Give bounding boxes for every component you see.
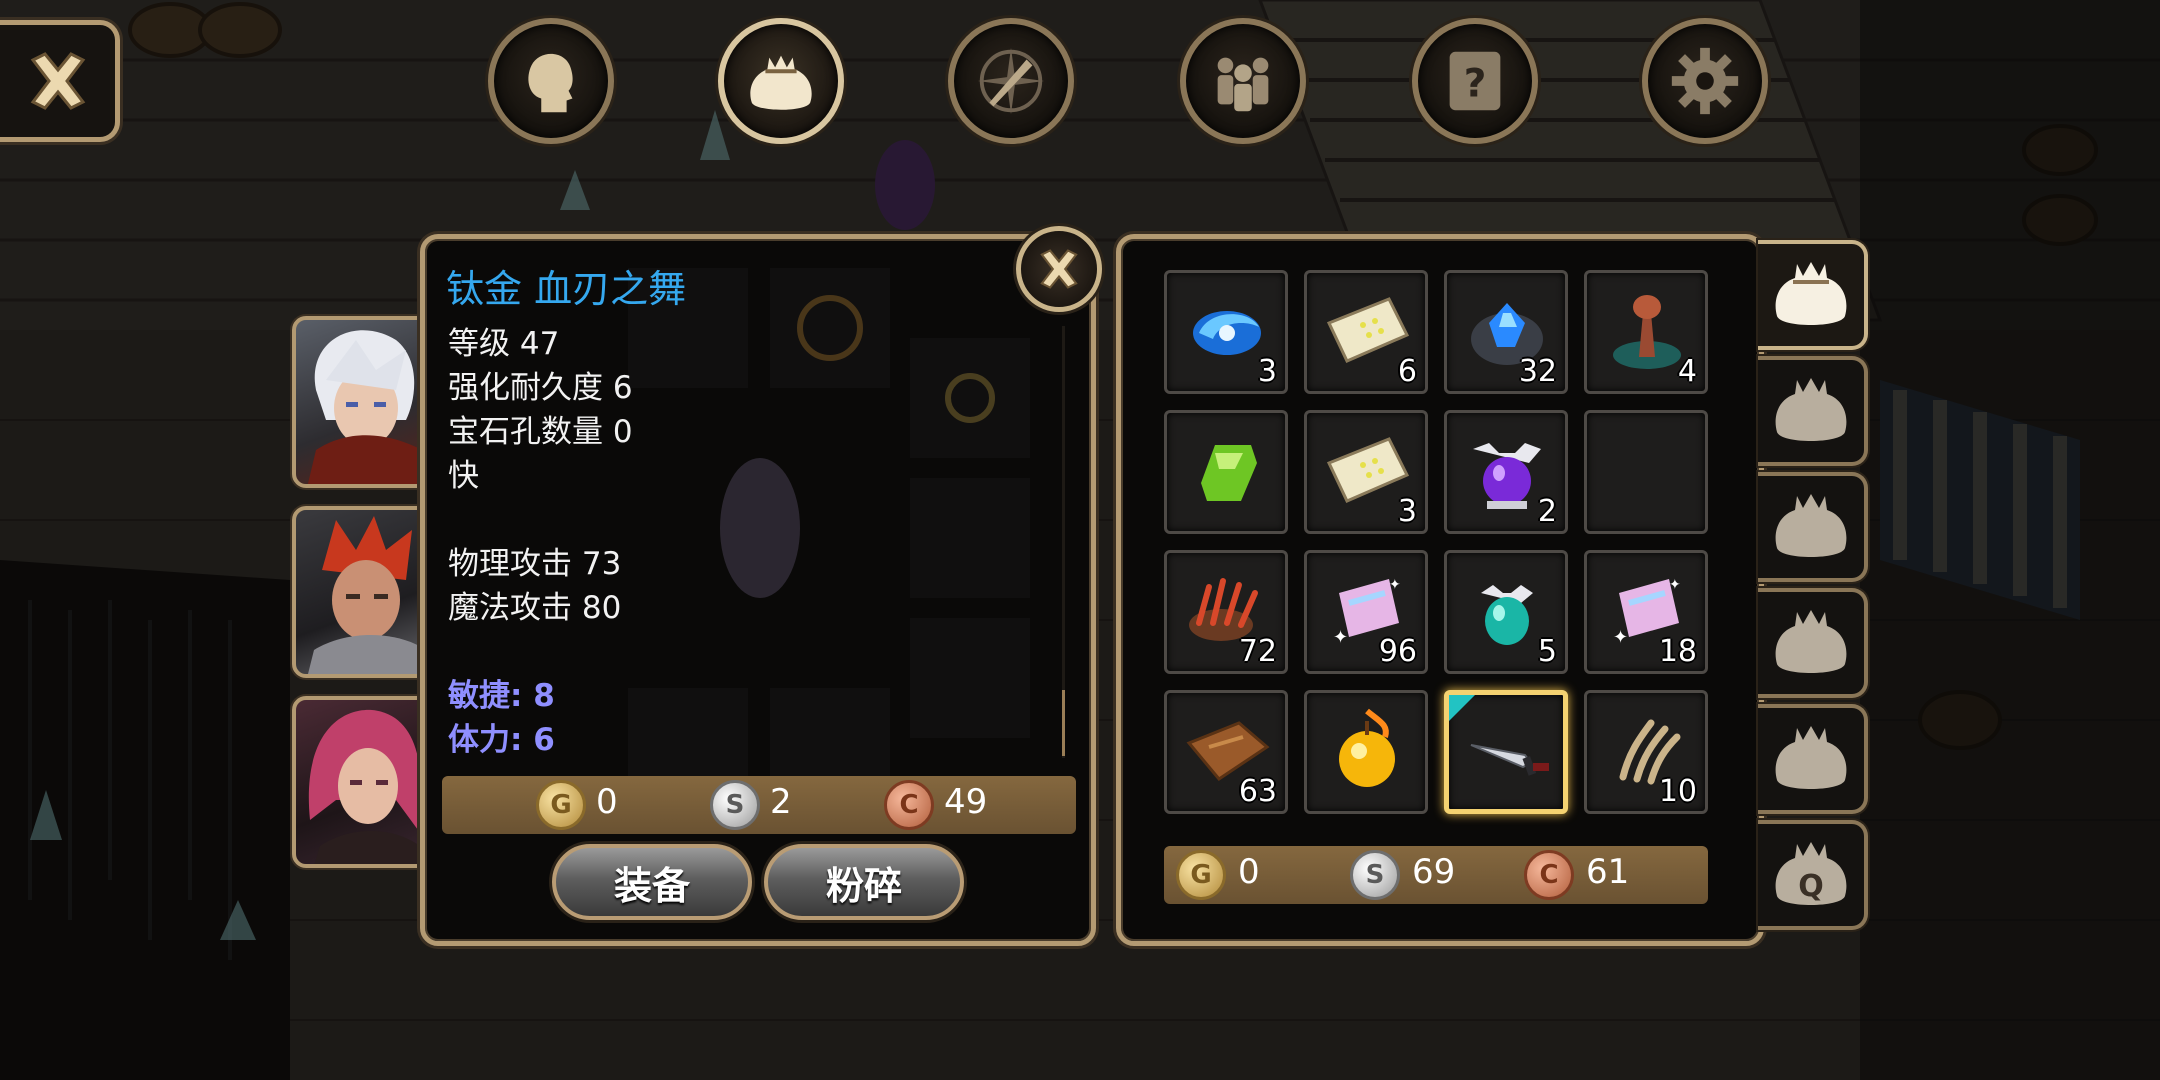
bag-icon bbox=[1775, 726, 1847, 789]
stat-speed: 快 bbox=[448, 458, 479, 494]
tab-settings[interactable] bbox=[1642, 18, 1768, 144]
tab-party[interactable] bbox=[1180, 18, 1306, 144]
bag-icon bbox=[1775, 378, 1847, 441]
bag-tab-1[interactable] bbox=[1758, 240, 1868, 350]
equipment-slots-backdrop bbox=[628, 268, 1030, 788]
gold-coin-icon: G bbox=[1176, 850, 1226, 900]
inventory-slot[interactable]: 63 bbox=[1164, 690, 1288, 814]
inventory-slot[interactable] bbox=[1164, 410, 1288, 534]
equip-button[interactable]: 装备 bbox=[552, 844, 752, 920]
item-price-copper: 49 bbox=[944, 782, 988, 822]
inventory-slot[interactable]: 5 bbox=[1444, 550, 1568, 674]
tab-character[interactable] bbox=[488, 18, 614, 144]
inventory-slot-selected[interactable] bbox=[1444, 690, 1568, 814]
item-name: 钛金 血刃之舞 bbox=[446, 267, 687, 311]
close-detail-button[interactable] bbox=[1016, 226, 1102, 312]
item-quantity: 10 bbox=[1658, 774, 1697, 809]
green-gem-icon bbox=[1201, 445, 1257, 501]
bag-icon bbox=[1775, 262, 1847, 325]
copper-coin-icon: C bbox=[1524, 850, 1574, 900]
inventory-slot[interactable]: 2 bbox=[1444, 410, 1568, 534]
svg-text:✦: ✦ bbox=[1669, 577, 1681, 593]
pink-haired-mage-portrait bbox=[308, 709, 425, 864]
close-menu-button[interactable] bbox=[0, 20, 120, 142]
bag-tab-3[interactable] bbox=[1758, 472, 1868, 582]
close-icon bbox=[1040, 249, 1078, 289]
white-haired-hero-portrait bbox=[307, 330, 428, 484]
gold-coin-icon: G bbox=[536, 780, 586, 830]
inventory-slot[interactable]: ✦ ✦ 96 bbox=[1304, 550, 1428, 674]
inventory-slot[interactable]: 3 bbox=[1304, 410, 1428, 534]
golden-apple-icon bbox=[1339, 708, 1395, 787]
inventory-slot[interactable]: 3 bbox=[1164, 270, 1288, 394]
svg-text:✦: ✦ bbox=[1389, 577, 1401, 593]
inventory-slot[interactable]: 6 bbox=[1304, 270, 1428, 394]
bag-tab-5[interactable] bbox=[1758, 704, 1868, 814]
red-haired-warrior-portrait bbox=[308, 516, 428, 674]
stat-physical-attack: 物理攻击 73 bbox=[448, 546, 622, 582]
inventory-slot[interactable]: 10 bbox=[1584, 690, 1708, 814]
inventory-slot[interactable]: 32 bbox=[1444, 270, 1568, 394]
stat-gem-slots: 宝石孔数量 0 bbox=[448, 414, 633, 450]
silver-coin-icon: S bbox=[710, 780, 760, 830]
gear-icon bbox=[1671, 47, 1739, 115]
item-quantity: 96 bbox=[1378, 634, 1417, 669]
stat-level: 等级 47 bbox=[448, 326, 560, 362]
silver-coin-icon: S bbox=[1350, 850, 1400, 900]
item-quantity: 32 bbox=[1518, 354, 1557, 389]
stat-durability: 强化耐久度 6 bbox=[448, 370, 633, 406]
svg-text:✦: ✦ bbox=[1333, 627, 1348, 648]
bag-icon bbox=[750, 55, 812, 110]
party-member-1[interactable] bbox=[292, 316, 432, 488]
item-quantity: 2 bbox=[1537, 494, 1557, 529]
item-quantity: 5 bbox=[1537, 634, 1557, 669]
item-quantity: 6 bbox=[1397, 354, 1417, 389]
tab-quests[interactable]: ? bbox=[1412, 18, 1538, 144]
item-quantity: 3 bbox=[1397, 494, 1417, 529]
sword-compass-icon bbox=[977, 47, 1045, 115]
item-quantity: 3 bbox=[1257, 354, 1277, 389]
bag-tab-4[interactable] bbox=[1758, 588, 1868, 698]
bonus-stamina: 体力: 6 bbox=[448, 722, 555, 758]
bag-icon bbox=[1775, 494, 1847, 557]
wallet-copper: 61 bbox=[1586, 852, 1630, 892]
bag-tab-2[interactable] bbox=[1758, 356, 1868, 466]
close-icon bbox=[30, 52, 85, 110]
quest-bag-icon: Q bbox=[1775, 842, 1847, 905]
quest-bag-label: Q bbox=[1798, 869, 1824, 904]
inventory-slot[interactable] bbox=[1304, 690, 1428, 814]
party-member-3[interactable] bbox=[292, 696, 432, 868]
inventory-slot[interactable]: 72 bbox=[1164, 550, 1288, 674]
party-member-2[interactable] bbox=[292, 506, 432, 678]
svg-text:?: ? bbox=[1464, 62, 1487, 107]
party-icon bbox=[1217, 57, 1269, 112]
shatter-button[interactable]: 粉碎 bbox=[764, 844, 964, 920]
quest-scroll-icon: ? bbox=[1449, 51, 1501, 111]
item-quantity: 72 bbox=[1238, 634, 1277, 669]
wallet-silver: 69 bbox=[1412, 852, 1456, 892]
item-price-gold: 0 bbox=[596, 782, 618, 822]
tab-skills[interactable] bbox=[948, 18, 1074, 144]
dagger-icon bbox=[1470, 744, 1549, 776]
item-quantity: 18 bbox=[1658, 634, 1697, 669]
wallet-gold: 0 bbox=[1238, 852, 1260, 892]
inventory-slot-empty[interactable] bbox=[1584, 410, 1708, 534]
inventory-slot[interactable]: ✦ ✦ 18 bbox=[1584, 550, 1708, 674]
stat-magic-attack: 魔法攻击 80 bbox=[448, 590, 622, 626]
item-quantity: 63 bbox=[1238, 774, 1277, 809]
quest-bag-tab[interactable]: Q bbox=[1758, 820, 1868, 930]
bonus-agility: 敏捷: 8 bbox=[448, 678, 555, 714]
item-price-silver: 2 bbox=[770, 782, 792, 822]
head-icon bbox=[528, 53, 573, 113]
item-quantity: 4 bbox=[1677, 354, 1697, 389]
detail-scrollbar-thumb[interactable] bbox=[1062, 690, 1065, 756]
svg-text:✦: ✦ bbox=[1613, 627, 1628, 648]
inventory-slot[interactable]: 4 bbox=[1584, 270, 1708, 394]
tab-bag[interactable] bbox=[718, 18, 844, 144]
copper-coin-icon: C bbox=[884, 780, 934, 830]
bag-icon bbox=[1775, 610, 1847, 673]
